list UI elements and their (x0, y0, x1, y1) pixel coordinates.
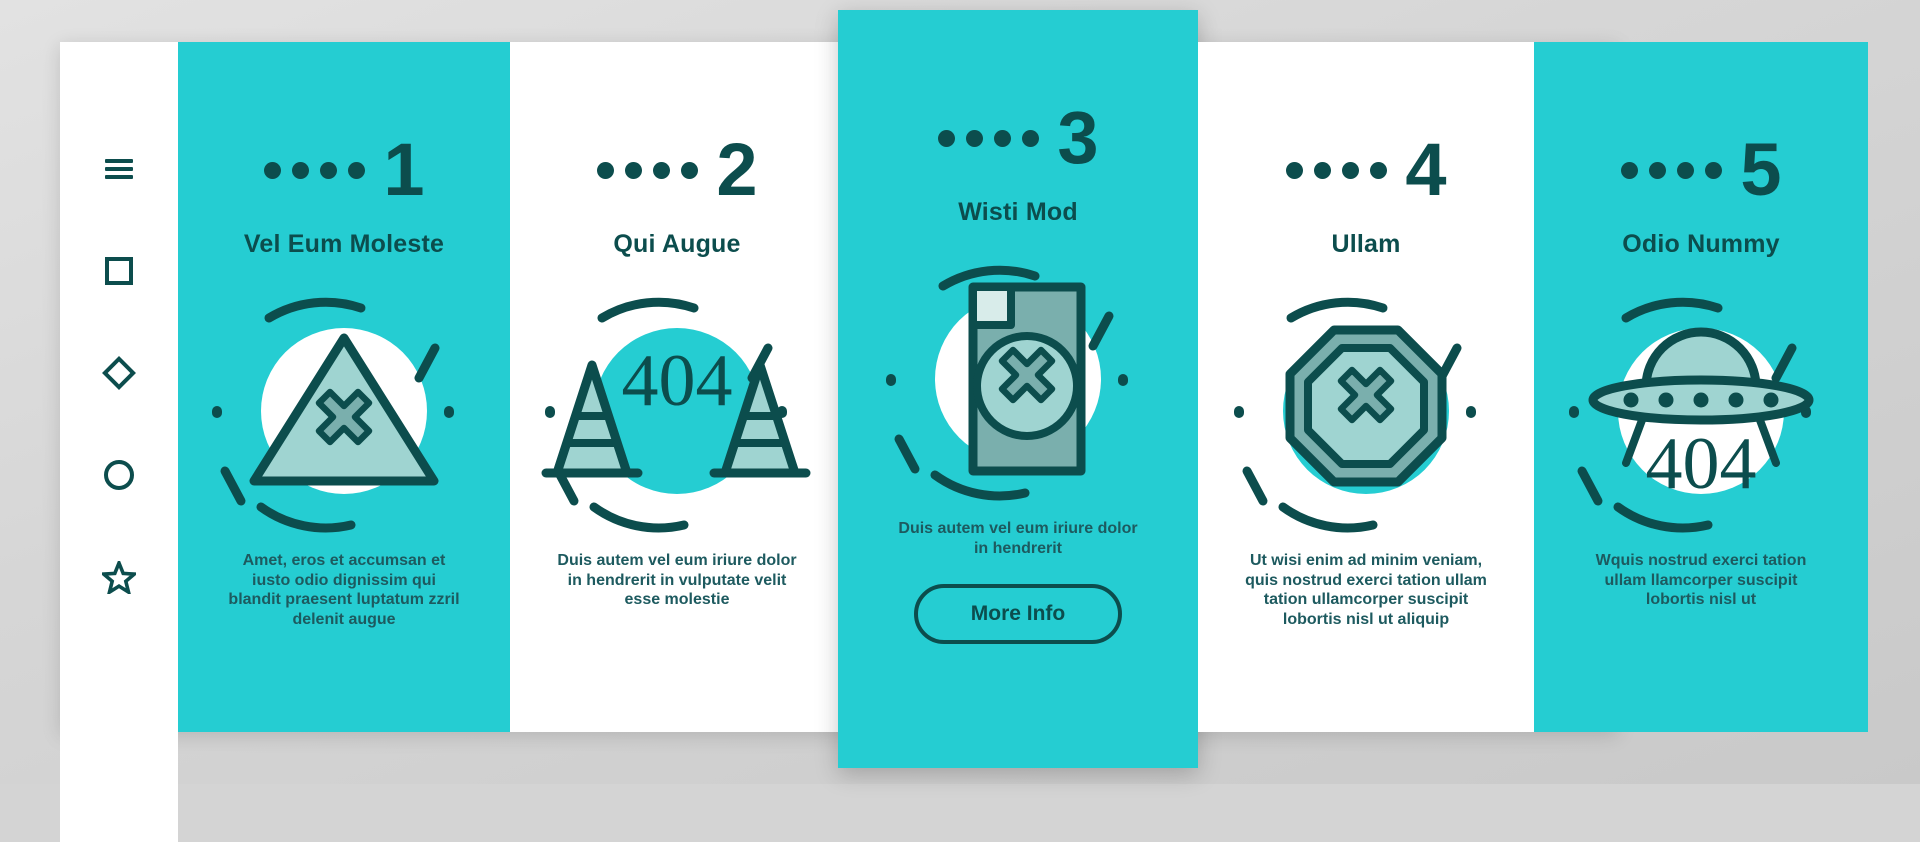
panel-description: Ut wisi enim ad minim veniam, quis nostr… (1245, 552, 1487, 629)
progress-dot (1286, 161, 1304, 179)
step-indicator-3: 3 (938, 96, 1099, 179)
progress-dot (1314, 161, 1332, 179)
progress-dot (994, 129, 1012, 147)
octagon-stop-cross-icon (1221, 283, 1511, 533)
badge-404: 404 (1646, 423, 1757, 505)
sidebar-item-diamond[interactable] (102, 356, 136, 390)
step-number: 3 (1057, 96, 1098, 179)
progress-dot (1370, 161, 1388, 179)
hamburger-menu-icon (104, 157, 134, 181)
step-number: 4 (1405, 128, 1446, 211)
sidebar-item-square[interactable] (102, 254, 136, 288)
circle-icon (103, 459, 135, 491)
progress-dot (1705, 161, 1723, 179)
progress-dot (264, 161, 282, 179)
progress-dot (938, 129, 956, 147)
step-indicator-2: 2 (597, 128, 758, 211)
panel-title: Ullam (1331, 230, 1401, 258)
panel-description: Wquis nostrud exerci tation ullam llamco… (1595, 552, 1807, 609)
panel-title: Qui Augue (613, 230, 741, 258)
panel-description: Amet, eros et accumsan et iusto odio dig… (228, 552, 460, 629)
progress-dot (597, 161, 615, 179)
step-indicator-1: 1 (264, 128, 425, 211)
onboarding-panel-4[interactable]: 4 Ullam Ut wisi enim ad minim veniam, qu… (1198, 42, 1534, 732)
traffic-cones-404-icon: 404 (532, 283, 822, 533)
panel-title: Wisti Mod (958, 198, 1078, 226)
progress-dot (292, 161, 310, 179)
progress-dot (625, 161, 643, 179)
ufo-404-icon: 404 (1556, 283, 1846, 533)
progress-dot (1342, 161, 1360, 179)
diamond-icon (102, 356, 136, 390)
step-number: 5 (1740, 128, 1781, 211)
document-error-cross-icon (873, 251, 1163, 501)
panel-title: Vel Eum Moleste (243, 230, 445, 258)
onboarding-panel-5[interactable]: 5 Odio Nummy 404 Wquis nostrud exerci ta… (1534, 42, 1868, 732)
square-icon (104, 256, 134, 286)
sidebar-item-circle[interactable] (102, 458, 136, 492)
sidebar-item-star[interactable] (102, 560, 136, 594)
step-indicator-5: 5 (1621, 128, 1782, 211)
panel-description: Duis autem vel eum iriure dolor in hendr… (557, 552, 797, 609)
panel-description: Duis autem vel eum iriure dolor in hendr… (898, 520, 1138, 557)
step-number: 1 (383, 128, 424, 211)
step-indicator-4: 4 (1286, 128, 1447, 211)
progress-dot (1677, 161, 1695, 179)
onboarding-panel-2[interactable]: 2 Qui Augue 404 Duis autem vel eum iriur… (510, 42, 844, 732)
progress-dot (1649, 161, 1667, 179)
progress-dot (1022, 129, 1040, 147)
progress-dot (320, 161, 338, 179)
onboarding-panel-1[interactable]: 1 Vel Eum Moleste Amet, eros et accumsan… (178, 42, 510, 732)
sidebar (60, 42, 178, 842)
progress-dot (1621, 161, 1639, 179)
sidebar-item-menu[interactable] (102, 152, 136, 186)
panel-title: Odio Nummy (1622, 230, 1780, 258)
progress-dot (348, 161, 366, 179)
progress-dot (653, 161, 671, 179)
warning-triangle-cross-icon (199, 283, 489, 533)
progress-dot (681, 161, 699, 179)
progress-dot (966, 129, 984, 147)
star-icon (102, 560, 136, 594)
onboarding-panel-3[interactable]: 3 Wisti Mod Duis autem vel eum iriure do… (838, 10, 1198, 768)
step-number: 2 (716, 128, 757, 211)
screenshot-stage: 1 Vel Eum Moleste Amet, eros et accumsan… (0, 0, 1920, 842)
more-info-button[interactable]: More Info (914, 584, 1122, 645)
badge-404: 404 (622, 340, 733, 422)
